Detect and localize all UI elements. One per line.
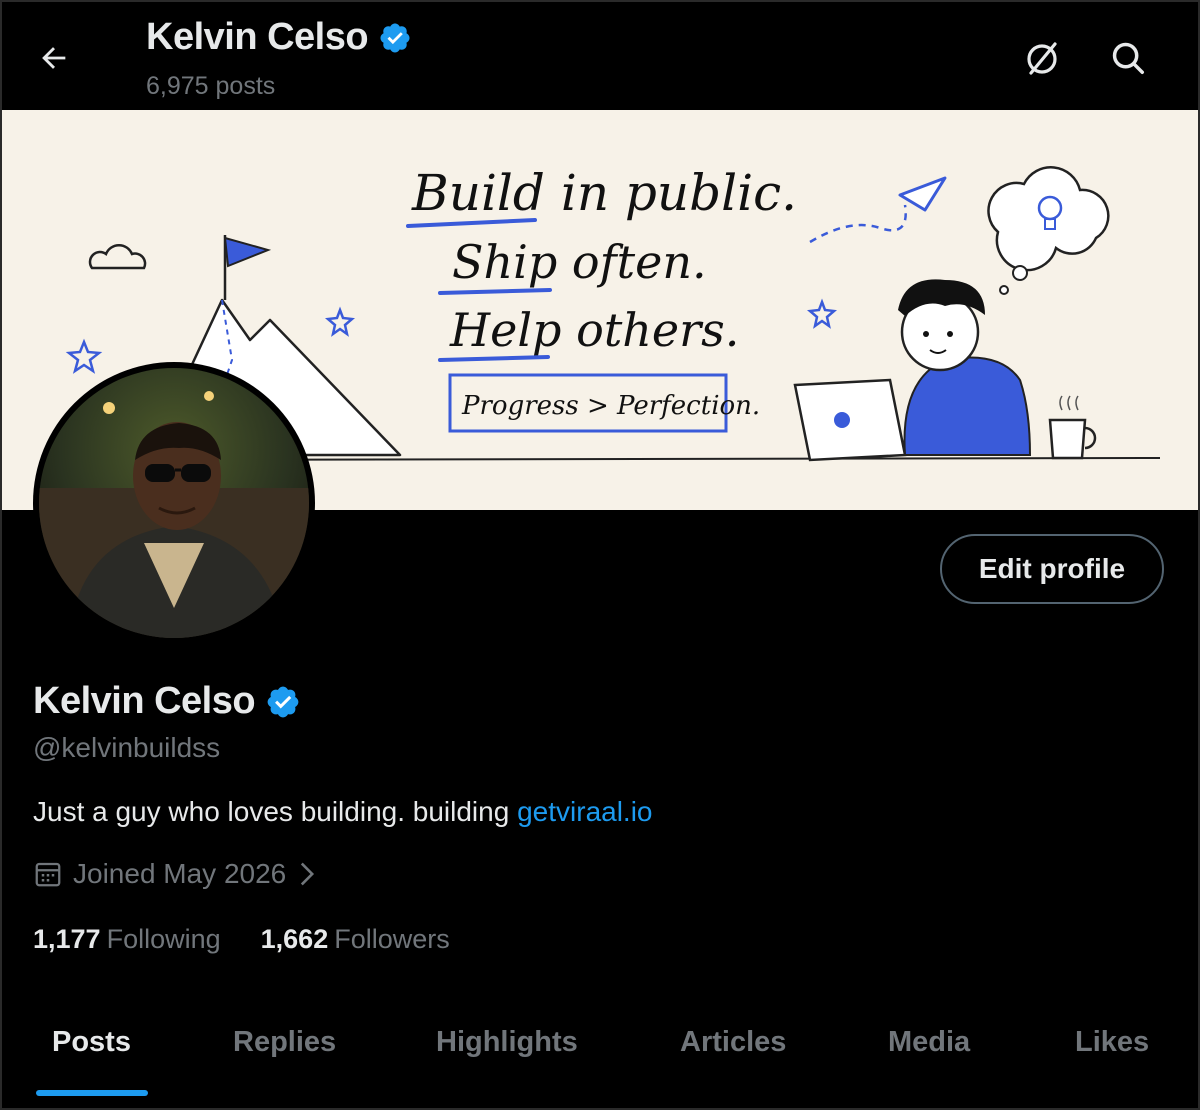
header-title: Kelvin Celso [146, 16, 412, 59]
tab-articles[interactable]: Articles [680, 1026, 786, 1059]
active-tab-indicator [36, 1090, 148, 1096]
tab-media[interactable]: Media [888, 1026, 970, 1059]
tab-highlights[interactable]: Highlights [436, 1026, 578, 1059]
follow-stats: 1,177 Following 1,662 Followers [33, 924, 450, 955]
search-icon [1112, 42, 1144, 74]
banner-line-1: Build in public. [411, 164, 797, 222]
joined-date[interactable]: Joined May 2026 [33, 858, 318, 890]
top-bar: Kelvin Celso 6,975 posts [0, 0, 1200, 110]
followers-label: Followers [334, 924, 450, 954]
verified-badge-icon [380, 22, 410, 53]
followers-count: 1,662 [260, 924, 329, 954]
verified-badge-icon[interactable] [265, 684, 301, 720]
profile-avatar[interactable] [33, 362, 315, 644]
arrow-left-icon [42, 47, 66, 69]
back-button[interactable] [24, 28, 84, 88]
banner-line-2: Ship often. [452, 235, 707, 289]
grok-button[interactable] [1012, 28, 1072, 88]
following-link[interactable]: 1,177 Following [33, 924, 221, 955]
followers-link[interactable]: 1,662 Followers [261, 924, 450, 955]
post-count: 6,975 posts [146, 72, 276, 100]
edit-profile-button[interactable]: Edit profile [940, 534, 1164, 604]
grok-icon [1027, 42, 1057, 75]
chevron-right-icon [301, 862, 315, 886]
bio-text: Just a guy who loves building. building [33, 796, 518, 827]
banner-tagline: Progress > Perfection. [461, 391, 760, 421]
profile-handle: @kelvinbuildss [33, 732, 221, 763]
banner-line-3: Help others. [449, 303, 739, 357]
tab-posts[interactable]: Posts [52, 1026, 131, 1059]
profile-display-name: Kelvin Celso [33, 680, 256, 722]
avatar-photo [39, 368, 309, 638]
tab-replies[interactable]: Replies [233, 1026, 336, 1059]
profile-tabs: Posts Replies Highlights Articles Media … [0, 1000, 1200, 1110]
search-button[interactable] [1098, 28, 1158, 88]
following-count: 1,177 [33, 924, 101, 954]
profile-name: Kelvin Celso [33, 680, 301, 723]
profile-bio: Just a guy who loves building. building … [33, 796, 653, 828]
bio-link[interactable]: getviraal.io [517, 796, 652, 827]
calendar-icon [35, 862, 61, 887]
following-label: Following [106, 924, 221, 954]
joined-label: Joined May 2026 [73, 858, 287, 889]
header-name: Kelvin Celso [146, 16, 369, 58]
tab-likes[interactable]: Likes [1075, 1026, 1149, 1059]
